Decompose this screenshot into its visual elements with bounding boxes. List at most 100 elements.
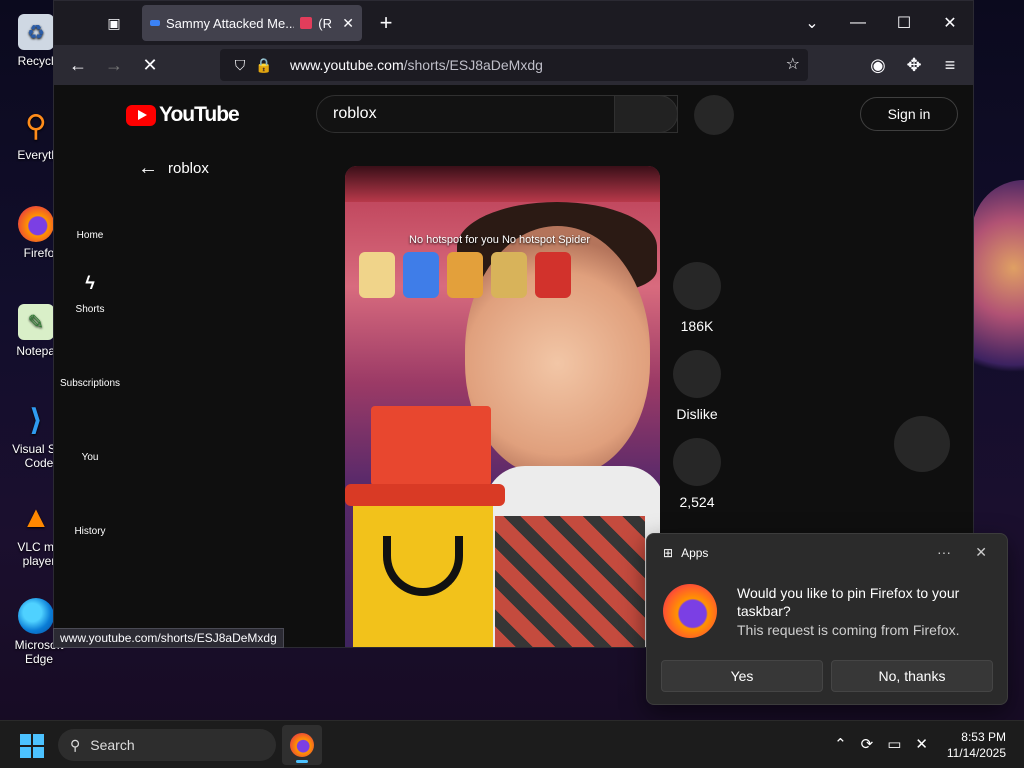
chevron-up-icon[interactable]: ⌃	[834, 735, 847, 753]
volume-muted-icon[interactable]: ✕	[915, 735, 928, 753]
minimize-button[interactable]: —	[835, 1, 881, 45]
more-options-icon[interactable]: ···	[937, 544, 951, 560]
window-controls: ⌄ — ☐ ✕	[789, 1, 973, 45]
tab-bar: ▣ Sammy Attacked Me... (R ✕ + ⌄ — ☐ ✕	[54, 1, 973, 45]
forward-button[interactable]: →	[98, 49, 130, 81]
windows-logo-pane	[33, 747, 44, 758]
like-button[interactable]: 186K	[672, 262, 722, 334]
sidebar-item-you[interactable]: You	[54, 403, 126, 477]
dislike-icon	[673, 350, 721, 398]
youtube-logo[interactable]: YouTube	[126, 103, 240, 127]
taskbar-firefox[interactable]	[282, 725, 322, 765]
bookmark-star-icon[interactable]: ☆	[786, 54, 800, 74]
navigation-toolbar: ← → ✕ ⛉ 🔒 www.youtube.com/shorts/ESJ8aDe…	[54, 45, 973, 85]
taskbar-search-label: Search	[90, 737, 135, 753]
video-toy-hat-brim	[345, 484, 505, 506]
sticker-pencil	[359, 252, 395, 298]
menu-hamburger-icon[interactable]: ≡	[934, 49, 966, 81]
shorts-video-player[interactable]: No hotspot for you No hotspot Spider	[345, 166, 660, 647]
tab-favicon-icon	[150, 20, 160, 26]
windows-logo-pane	[33, 734, 44, 745]
sidebar-item-label: History	[74, 526, 106, 537]
search-icon: ⚲	[70, 736, 81, 753]
sidebar-item-history[interactable]: History	[54, 477, 126, 551]
firefox-icon	[18, 206, 54, 242]
sidebar-item-subscriptions[interactable]: Subscriptions	[54, 329, 126, 403]
sticker-orange	[447, 252, 483, 298]
apps-icon: ⊞	[663, 546, 674, 560]
close-icon[interactable]: ✕	[975, 544, 987, 561]
firefox-icon	[663, 584, 717, 638]
chevron-down-icon[interactable]: ⌄	[789, 1, 835, 45]
tab-title: Sammy Attacked Me...	[166, 15, 295, 31]
notification-subtext: This request is coming from Firefox.	[737, 622, 960, 638]
arrow-left-icon: ←	[138, 157, 158, 179]
no-thanks-button[interactable]: No, thanks	[831, 660, 993, 692]
tab-active[interactable]: Sammy Attacked Me... (R ✕	[142, 5, 362, 41]
url-path: /shorts/ESJ8aDeMxdg	[403, 57, 543, 73]
clock-date: 11/14/2025	[946, 746, 1006, 760]
stop-loading-button[interactable]: ✕	[134, 49, 166, 81]
back-to-search-link[interactable]: ← roblox	[138, 157, 209, 180]
taskbar: ⚲ Search ⌃ ⟳ ▭ ✕ 8:53 PM 11/14/2025	[0, 720, 1024, 768]
windows-logo-pane	[20, 747, 31, 758]
video-background	[345, 166, 660, 202]
vscode-icon: ⟩	[29, 403, 43, 437]
yes-button[interactable]: Yes	[661, 660, 823, 692]
start-button[interactable]	[20, 734, 44, 758]
sticker-bread	[491, 252, 527, 298]
pin-firefox-notification: ⊞ Apps ··· ✕ Would you like to pin Firef…	[646, 533, 1008, 705]
network-icon[interactable]: ▭	[887, 735, 901, 753]
tab-list-icon[interactable]: ▣	[96, 7, 132, 39]
tab-close-icon[interactable]: ✕	[342, 15, 354, 32]
notification-header: ⊞ Apps	[663, 546, 708, 560]
comments-button[interactable]: 2,524	[672, 438, 722, 510]
like-icon	[673, 262, 721, 310]
sidebar-item-shorts[interactable]: ϟ Shorts	[54, 255, 126, 329]
recycle-bin-icon: ♻	[18, 14, 54, 50]
search-button[interactable]	[614, 95, 678, 133]
edge-icon	[18, 598, 54, 634]
extensions-icon[interactable]: ✥	[898, 49, 930, 81]
dislike-button[interactable]: Dislike	[672, 350, 722, 422]
sidebar-item-label: Subscriptions	[59, 378, 121, 389]
wallpaper-decoration	[972, 180, 1024, 400]
search-magnifier-icon: ⚲	[25, 109, 47, 143]
new-tab-button[interactable]: +	[372, 9, 400, 37]
sidebar-item-home[interactable]: Home	[54, 181, 126, 255]
sticker-blue	[403, 252, 439, 298]
dislike-label: Dislike	[676, 406, 718, 422]
sidebar: Home ϟ Shorts Subscriptions You History	[54, 181, 126, 551]
sign-in-button[interactable]: Sign in	[860, 97, 958, 131]
system-tray: ⌃ ⟳ ▭ ✕	[834, 735, 928, 753]
video-spider-figure	[495, 516, 645, 647]
url-domain: www.youtube.com	[290, 57, 404, 73]
like-count: 186K	[680, 318, 714, 334]
comment-count: 2,524	[679, 494, 715, 510]
taskbar-clock[interactable]: 8:53 PM 11/14/2025	[947, 729, 1006, 761]
firefox-icon	[290, 733, 314, 757]
next-video-button[interactable]	[894, 416, 950, 472]
tab-badge: (R	[318, 15, 332, 31]
lock-icon[interactable]: 🔒	[252, 57, 276, 74]
sidebar-item-label: Shorts	[75, 304, 105, 315]
shield-icon[interactable]: ⛉	[228, 57, 252, 74]
video-overlay-text: No hotspot for you No hotspot Spider	[409, 234, 590, 246]
windows-logo-pane	[20, 734, 31, 745]
sidebar-item-label: You	[81, 452, 99, 463]
shorts-icon: ϟ	[85, 273, 95, 293]
taskbar-search[interactable]: ⚲ Search	[58, 729, 276, 761]
close-window-button[interactable]: ✕	[927, 1, 973, 45]
media-playing-icon	[300, 17, 313, 29]
maximize-button[interactable]: ☐	[881, 1, 927, 45]
youtube-wordmark: YouTube	[159, 103, 240, 126]
url-bar[interactable]: ⛉ 🔒 www.youtube.com/shorts/ESJ8aDeMxdg ☆	[220, 49, 808, 81]
back-button[interactable]: ←	[62, 49, 94, 81]
video-toy-hat	[371, 406, 491, 486]
account-icon[interactable]: ◉	[862, 49, 894, 81]
notification-app-name: Apps	[681, 546, 709, 560]
back-label: roblox	[168, 160, 209, 177]
update-icon[interactable]: ⟳	[861, 735, 874, 753]
voice-search-button[interactable]	[694, 95, 734, 135]
url-text[interactable]: www.youtube.com/shorts/ESJ8aDeMxdg	[290, 57, 543, 73]
